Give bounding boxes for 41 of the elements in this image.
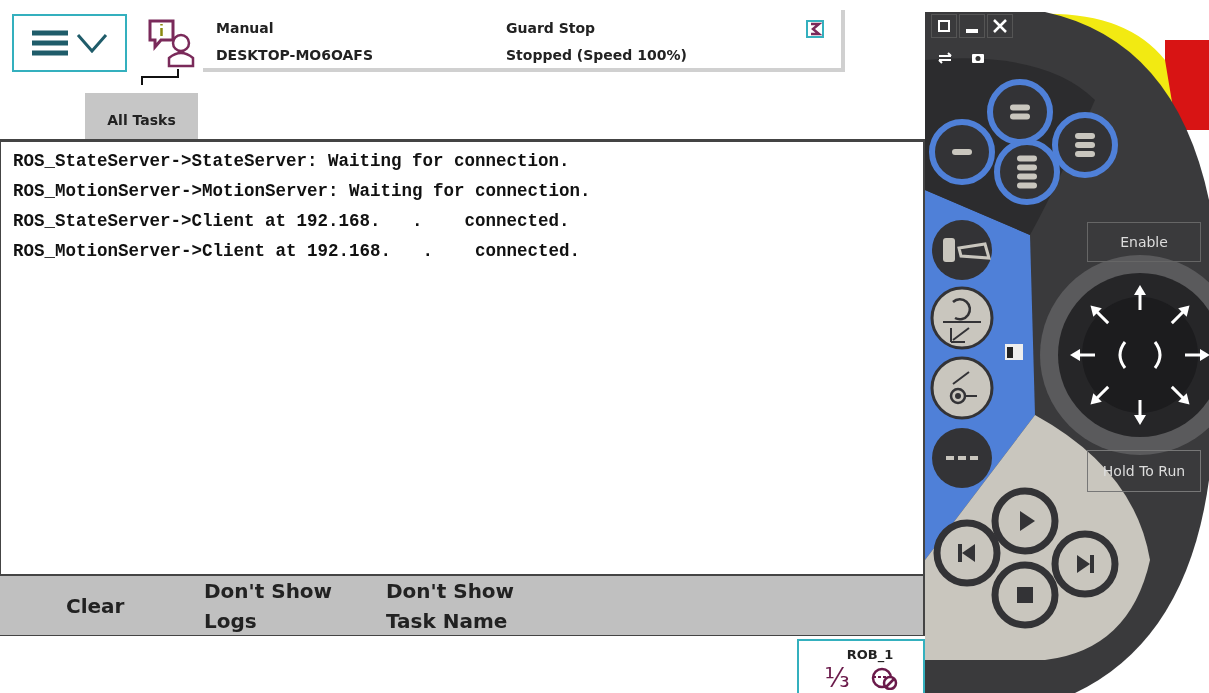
log-line: ROS_StateServer->Client at 192.168. . connected. [13,210,571,233]
safety-state-text: Guard Stop [506,19,597,38]
minimize-icon [966,29,978,33]
chevron-down-icon [75,33,108,53]
toolbar-button[interactable]: Don't Show Logs [204,575,386,636]
log-line: ROS_StateServer->StateServer: Waiting for connection. [13,150,571,173]
maximize-icon [938,20,950,32]
robot-disabled-icon [869,666,898,690]
menu-icon [31,30,68,56]
enable-button[interactable]: Enable [1087,222,1201,262]
log-line: ROS_MotionServer->MotionServer: Waiting for connection. [13,180,592,203]
close-button[interactable] [987,14,1013,38]
log-line: ROS_MotionServer->Client at 192.168. . connected. [13,240,582,263]
status-panel[interactable]: Manual DESKTOP-MO6OAFS Guard Stop Stopped (Speed 100%) [203,10,845,72]
event-log-icon[interactable] [147,18,195,70]
jog-mode-icon[interactable] [932,220,992,280]
task-name-text: ROB_1 [846,647,894,663]
swap-icon[interactable] [938,52,952,64]
play-icon[interactable] [991,487,1059,555]
step-forward-icon[interactable] [1051,530,1119,598]
connector-line [140,69,180,86]
window-icon[interactable] [1005,344,1023,360]
more-icon[interactable] [932,428,992,488]
menu-button[interactable] [12,14,127,72]
toolbar-button[interactable]: Clear [66,590,204,621]
reorient-icon[interactable] [930,286,994,350]
operating-mode-text: Manual [216,19,275,38]
toggle-axis-icon[interactable] [930,356,994,420]
stop-icon[interactable] [991,561,1059,629]
status-icon [806,20,824,38]
controller-name-text: DESKTOP-MO6OAFS [216,46,374,65]
joystick-arrows-icon[interactable] [1070,285,1209,425]
task-count-text: ⅓ [824,663,850,693]
speed-state-text: Stopped (Speed 100%) [506,46,688,65]
close-icon [992,18,1008,34]
maximize-button[interactable] [931,14,957,38]
task-tab[interactable]: All Tasks [85,93,198,139]
step-back-icon[interactable] [933,519,1001,587]
camera-icon[interactable] [972,52,984,63]
minimize-button[interactable] [959,14,985,38]
toolbar-button[interactable]: Don't Show Task Name [386,575,566,636]
